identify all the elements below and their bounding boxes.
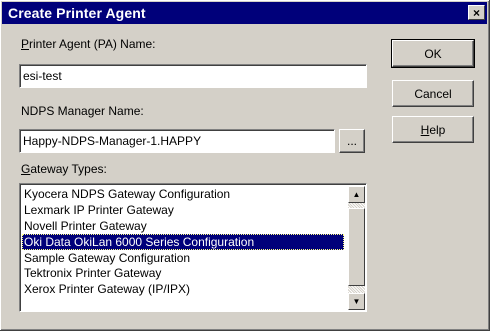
gateway-list: Kyocera NDPS Gateway Configuration Lexmar… bbox=[22, 186, 344, 297]
gateway-scrollbar[interactable]: ▲ ▼ bbox=[348, 186, 365, 310]
scroll-down-icon: ▼ bbox=[352, 296, 361, 306]
cancel-button[interactable]: Cancel bbox=[392, 80, 474, 107]
window-title: Create Printer Agent bbox=[8, 5, 146, 21]
title-bar[interactable]: Create Printer Agent × bbox=[2, 2, 487, 24]
ok-button[interactable]: OK bbox=[391, 39, 475, 68]
gateway-list-item[interactable]: Novell Printer Gateway bbox=[22, 218, 344, 234]
ndps-manager-label: NDPS Manager Name: bbox=[21, 104, 144, 118]
create-printer-agent-dialog: Create Printer Agent × Printer Agent (PA… bbox=[0, 0, 490, 331]
gateway-types-label: Gateway Types: bbox=[21, 162, 107, 176]
gateway-list-item[interactable]: Kyocera NDPS Gateway Configuration bbox=[22, 186, 344, 202]
close-icon: × bbox=[472, 5, 480, 20]
scroll-up-button[interactable]: ▲ bbox=[348, 186, 365, 203]
gateway-list-item[interactable]: Lexmark IP Printer Gateway bbox=[22, 202, 344, 218]
gateway-list-item[interactable]: Xerox Printer Gateway (IP/IPX) bbox=[22, 281, 344, 297]
close-button[interactable]: × bbox=[468, 5, 485, 20]
scroll-thumb[interactable] bbox=[348, 208, 365, 286]
scroll-down-button[interactable]: ▼ bbox=[348, 293, 365, 310]
pa-name-label: Printer Agent (PA) Name: bbox=[21, 37, 156, 51]
browse-manager-button[interactable]: ... bbox=[339, 129, 365, 153]
help-button[interactable]: Help bbox=[392, 116, 474, 143]
gateway-types-listbox[interactable]: Kyocera NDPS Gateway Configuration Lexmar… bbox=[19, 183, 367, 312]
gateway-list-item[interactable]: Oki Data OkiLan 6000 Series Configuratio… bbox=[22, 233, 344, 250]
scroll-up-icon: ▲ bbox=[352, 189, 361, 199]
ndps-manager-input[interactable]: Happy-NDPS-Manager-1.HAPPY bbox=[19, 129, 335, 153]
gateway-list-item[interactable]: Tektronix Printer Gateway bbox=[22, 265, 344, 281]
pa-name-input[interactable]: esi-test bbox=[19, 64, 367, 88]
gateway-list-item[interactable]: Sample Gateway Configuration bbox=[22, 250, 344, 266]
